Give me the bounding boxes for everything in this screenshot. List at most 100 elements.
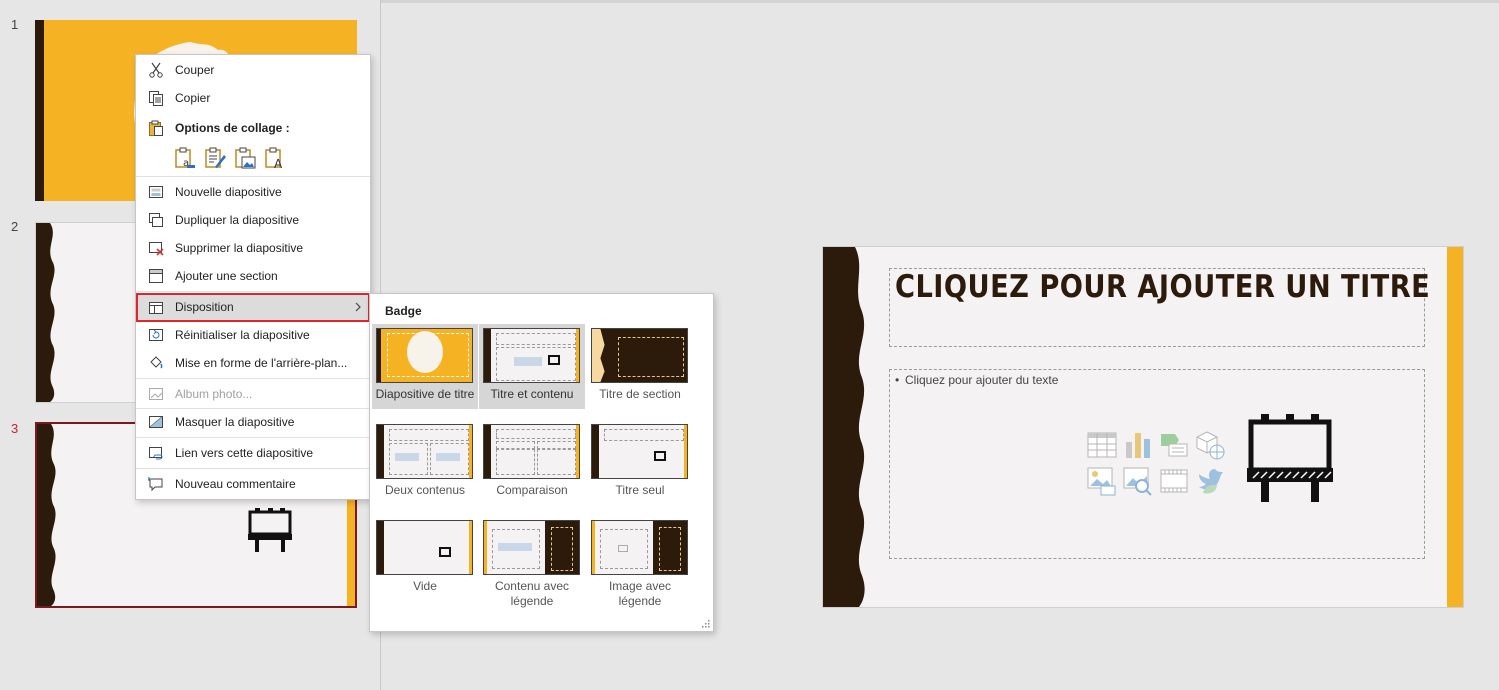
new-comment-icon [148,477,163,492]
menu-item-label: Ajouter une section [175,269,278,283]
layout-gallery[interactable]: Badge Diapositive de titre Titre et cont… [369,293,714,632]
menu-item-photo-album: Album photo... [136,382,370,406]
layout-two-content[interactable]: Deux contenus [372,420,478,505]
title-placeholder-text: CLIQUEZ POUR AJOUTER UN TITRE [895,269,1431,305]
layout-label: Comparaison [496,483,568,497]
slide-canvas[interactable]: CLIQUEZ POUR AJOUTER UN TITRE • Cliquez … [822,246,1464,608]
menu-item-cut[interactable]: Couper [136,58,370,82]
resize-grip-icon[interactable] [702,620,710,628]
layout-title-and-content[interactable]: Titre et contenu [479,324,585,409]
menu-item-label: Copier [175,91,211,105]
clipboard-icon [149,120,163,136]
layout-blank[interactable]: Vide [372,516,478,616]
photo-album-icon [149,388,163,400]
menu-item-duplicate-slide[interactable]: Dupliquer la diapositive [136,208,370,232]
paste-options-label: Options de collage : [175,121,290,135]
menu-item-copy[interactable]: Copier [136,86,370,110]
layout-preview [483,424,580,479]
layout-label: Contenu avec légende [494,579,570,608]
wave-border-icon [37,424,56,606]
paste-picture-icon[interactable] [234,147,256,169]
billboard-icon [1247,414,1333,502]
insert-3d-model-icon[interactable] [1195,430,1225,460]
slide-number-1: 1 [11,17,19,32]
context-menu[interactable]: Couper Copier Options de collage : a A N… [135,54,371,500]
menu-item-label: Réinitialiser la diapositive [175,328,310,342]
layout-comparison[interactable]: Comparaison [479,420,585,505]
reset-slide-icon [149,329,163,341]
layout-preview [591,520,688,575]
menu-item-label: Couper [175,63,215,77]
paste-use-destination-icon[interactable]: a [174,147,196,169]
wave-border-icon [823,247,865,607]
paste-text-only-icon[interactable]: A [264,147,286,169]
layout-preview [376,520,473,575]
menu-item-new-comment[interactable]: Nouveau commentaire [136,472,370,496]
insert-icons-icon[interactable] [1195,466,1225,496]
delete-slide-icon [149,242,164,256]
content-placeholder-text: Cliquez pour ajouter du texte [905,373,1059,387]
menu-separator [136,378,370,379]
layout-preview [483,520,580,575]
layout-picture-with-caption[interactable]: Image avec légende [587,516,693,616]
menu-separator [136,291,370,292]
menu-item-reset-slide[interactable]: Réinitialiser la diapositive [136,323,370,347]
menu-item-hide-slide[interactable]: Masquer la diapositive [136,410,370,434]
paint-bucket-icon [150,356,163,369]
menu-separator [136,176,370,177]
bullet: • [895,373,900,387]
slide-number-2: 2 [11,219,19,234]
menu-item-label: Disposition [175,300,234,314]
paste-options-header: Options de collage : [136,116,370,140]
insert-online-picture-icon[interactable] [1123,466,1153,496]
menu-separator [136,468,370,469]
layout-label: Deux contenus [384,483,466,497]
svg-text:A: A [274,157,283,169]
insert-chart-icon[interactable] [1123,430,1153,460]
link-icon [149,447,163,460]
layout-label: Vide [413,579,437,593]
layout-section-header[interactable]: Titre de section [587,324,693,409]
layout-preview [591,328,688,383]
menu-item-label: Masquer la diapositive [175,415,295,429]
wave-border-icon [36,223,55,402]
content-placeholder[interactable]: • Cliquez pour ajouter du texte [889,369,1425,559]
menu-item-add-section[interactable]: Ajouter une section [136,264,370,288]
thumb-dark-bar [35,20,44,201]
menu-item-delete-slide[interactable]: Supprimer la diapositive [136,236,370,260]
layout-title-slide[interactable]: Diapositive de titre [372,324,478,409]
layout-label: Titre seul [615,483,665,497]
duplicate-slide-icon [149,213,163,227]
menu-item-label: Supprimer la diapositive [175,241,304,255]
layout-title-only[interactable]: Titre seul [587,420,693,505]
paste-keep-formatting-icon[interactable] [204,147,226,169]
menu-item-label: Dupliquer la diapositive [175,213,300,227]
add-section-icon [149,269,163,283]
insert-video-icon[interactable] [1159,466,1189,496]
layout-label: Diapositive de titre [375,387,475,401]
insert-table-icon[interactable] [1087,430,1117,460]
layout-content-with-caption[interactable]: Contenu avec légende [479,516,585,616]
menu-separator [136,437,370,438]
insert-smartart-icon[interactable] [1159,430,1189,460]
menu-item-label: Mise en forme de l'arrière-plan... [175,356,348,370]
menu-separator [136,408,370,409]
layout-label: Titre de section [599,387,681,401]
layout-preview [483,328,580,383]
slide-number-3: 3 [11,421,19,436]
menu-item-label: Album photo... [175,387,253,401]
copy-icon [149,91,163,106]
menu-item-label: Nouveau commentaire [175,477,296,491]
menu-item-label: Nouvelle diapositive [175,185,282,199]
layout-preview [376,424,473,479]
layout-preview [376,328,473,383]
slide-accent-bar [1447,247,1463,607]
insert-picture-icon[interactable] [1087,466,1117,496]
title-placeholder[interactable]: CLIQUEZ POUR AJOUTER UN TITRE [889,268,1430,347]
menu-item-layout[interactable]: Disposition [136,293,370,322]
menu-item-format-background[interactable]: Mise en forme de l'arrière-plan... [136,351,370,375]
menu-item-new-slide[interactable]: Nouvelle diapositive [136,180,370,204]
menu-item-link-to-slide[interactable]: Lien vers cette diapositive [136,441,370,465]
hide-slide-icon [149,416,163,428]
layout-gallery-theme-name: Badge [385,304,422,318]
